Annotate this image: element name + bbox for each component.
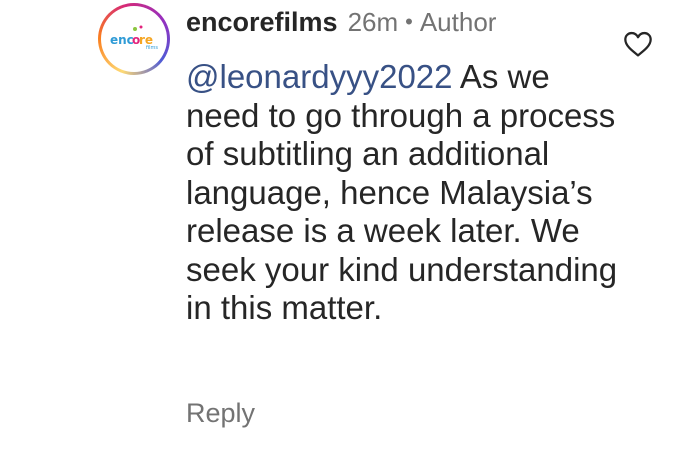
comment-message: As we need to go through a process of su… xyxy=(186,58,618,326)
encore-films-logo: enc o re films xyxy=(106,11,162,67)
separator-dot: • xyxy=(405,9,413,34)
reply-button[interactable]: Reply xyxy=(186,398,255,429)
username[interactable]: encorefilms xyxy=(186,7,338,38)
comment-text: @leonardyyy2022 As we need to go through… xyxy=(186,58,626,328)
timestamp[interactable]: 26m xyxy=(348,7,399,38)
svg-text:films: films xyxy=(146,45,158,51)
comment: enc o re films encorefilms 26m • Author … xyxy=(0,0,690,466)
comment-header: encorefilms 26m • Author xyxy=(186,2,496,42)
mention-link[interactable]: @leonardyyy2022 xyxy=(186,58,453,95)
heart-outline-icon[interactable] xyxy=(622,28,654,60)
svg-text:enc: enc xyxy=(110,33,134,47)
author-badge: Author xyxy=(419,6,497,37)
avatar-ring-inner: enc o re films xyxy=(101,6,167,72)
avatar[interactable]: enc o re films xyxy=(98,3,170,75)
